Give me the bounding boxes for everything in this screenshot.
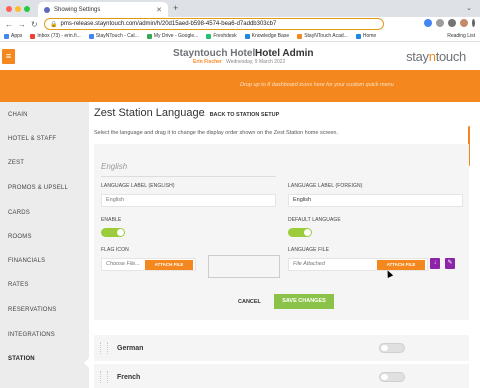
menu-dots-icon[interactable] bbox=[472, 19, 475, 27]
bookmark-icon bbox=[146, 33, 152, 39]
enable-label: ENABLE bbox=[101, 217, 122, 223]
hamburger-menu-icon[interactable]: ≡ bbox=[2, 49, 15, 64]
bookmark-item[interactable]: Home bbox=[355, 33, 376, 39]
editing-language-title: English bbox=[101, 162, 128, 171]
language-name: French bbox=[117, 374, 141, 381]
app-header: ≡ Stayntouch Hotel Hotel Admin Erin Fisc… bbox=[0, 42, 480, 70]
bookmark-item[interactable]: Knowledge Base bbox=[244, 33, 289, 39]
language-file-label: LANGUAGE FILE bbox=[288, 247, 330, 253]
maximize-window-icon[interactable] bbox=[24, 6, 30, 12]
sidebar-item-rooms[interactable]: ROOMS bbox=[8, 234, 32, 240]
enable-toggle[interactable] bbox=[101, 228, 125, 237]
puzzle-icon[interactable] bbox=[448, 19, 456, 27]
sidebar-item-rates[interactable]: RATES bbox=[8, 282, 29, 288]
bookmark-icon bbox=[30, 33, 36, 39]
current-date: Wednesday, 9 March 2022 bbox=[226, 59, 286, 65]
tab-title: Showing Settings bbox=[54, 6, 101, 13]
bookmark-icon bbox=[4, 33, 9, 39]
flag-attach-file-button[interactable]: ATTACH FILE bbox=[145, 260, 193, 270]
close-window-icon[interactable] bbox=[6, 6, 12, 12]
tab-favicon-icon bbox=[44, 6, 50, 13]
language-name: German bbox=[117, 345, 144, 352]
reload-icon[interactable]: ↻ bbox=[31, 20, 38, 29]
language-attach-file-button[interactable]: ATTACH FILE bbox=[377, 260, 425, 270]
admin-title: Hotel Admin bbox=[255, 48, 314, 59]
back-icon[interactable]: ← bbox=[5, 20, 13, 29]
label-english-input[interactable]: English bbox=[101, 194, 276, 207]
default-language-toggle[interactable] bbox=[288, 228, 312, 237]
new-tab-icon[interactable]: + bbox=[173, 3, 178, 13]
minimize-window-icon[interactable] bbox=[15, 6, 21, 12]
address-bar-row: ← → ↻ 🔒 pms-release.stayntouch.com/admin… bbox=[0, 17, 480, 31]
sidebar-item-cards[interactable]: CARDS bbox=[8, 210, 30, 216]
bookmark-icon bbox=[297, 33, 303, 39]
sidebar: CHAIN HOTEL & STAFF ZEST PROMOS & UPSELL CAR… bbox=[0, 102, 89, 388]
bookmark-item[interactable]: StayNTouch - Cal... bbox=[88, 33, 139, 39]
bookmark-icon bbox=[355, 33, 361, 39]
url-text: pms-release.stayntouch.com/admin/h/20d15… bbox=[60, 21, 277, 27]
language-row[interactable]: German bbox=[94, 335, 469, 361]
extension-icon[interactable] bbox=[436, 19, 444, 27]
language-enable-toggle[interactable] bbox=[379, 372, 405, 382]
lock-icon[interactable]: 🔒 bbox=[50, 21, 57, 28]
avatar[interactable] bbox=[460, 19, 468, 27]
sidebar-item-reservations[interactable]: RESERVATIONS bbox=[8, 307, 56, 313]
sidebar-item-chain[interactable]: CHAIN bbox=[8, 112, 28, 118]
sidebar-item-integrations[interactable]: INTEGRATIONS bbox=[8, 332, 55, 338]
label-foreign-input[interactable]: English bbox=[288, 194, 463, 207]
bookmark-icon bbox=[244, 33, 250, 39]
label-english-label: LANGUAGE LABEL (ENGLISH) bbox=[101, 183, 175, 189]
bookmark-item[interactable]: Inbox (73) - erin.fi... bbox=[30, 33, 81, 39]
stayntouch-logo: stayntouch bbox=[406, 49, 466, 64]
bookmark-item[interactable]: Freshdesk bbox=[206, 33, 237, 39]
divider bbox=[101, 176, 276, 177]
save-changes-button[interactable]: SAVE CHANGES bbox=[274, 294, 334, 309]
bookmark-item[interactable]: Apps bbox=[4, 33, 22, 39]
language-enable-toggle[interactable] bbox=[379, 343, 405, 353]
hotel-name: Stayntouch Hotel bbox=[173, 48, 256, 59]
browser-tab[interactable]: Showing Settings ✕ bbox=[38, 2, 168, 17]
user-info: Erin Fischer Wednesday, 9 March 2022 bbox=[193, 59, 285, 65]
tab-close-icon[interactable]: ✕ bbox=[156, 6, 162, 14]
sidebar-item-financials[interactable]: FINANCIALS bbox=[8, 258, 45, 264]
drag-handle-icon[interactable] bbox=[100, 342, 108, 354]
bookmark-item[interactable]: My Drive - Google... bbox=[146, 33, 198, 39]
bookmark-icon bbox=[88, 33, 94, 39]
language-edit-card: English LANGUAGE LABEL (ENGLISH) English… bbox=[94, 144, 469, 320]
forward-icon[interactable]: → bbox=[18, 20, 26, 29]
language-row[interactable]: French bbox=[94, 364, 469, 388]
quick-menu-hint: Drop up to 8 dashboard icons here for yo… bbox=[240, 82, 394, 88]
sidebar-item-station[interactable]: STATION bbox=[8, 356, 35, 362]
page-title: Zest Station Language bbox=[94, 107, 205, 119]
bookmark-icon bbox=[206, 33, 212, 39]
sidebar-item-hotel-staff[interactable]: HOTEL & STAFF bbox=[8, 136, 56, 142]
reading-list-button[interactable]: Reading List bbox=[447, 33, 475, 39]
main-content: Zest Station Language ← BACK TO STATION … bbox=[89, 102, 480, 388]
url-input[interactable]: 🔒 pms-release.stayntouch.com/admin/h/20d… bbox=[44, 18, 384, 30]
sidebar-item-zest[interactable]: ZEST bbox=[8, 160, 24, 166]
chevron-down-icon[interactable]: ⌄ bbox=[466, 4, 472, 12]
browser-tab-bar: Showing Settings ✕ + ⌄ bbox=[0, 0, 480, 17]
back-to-station-setup-link[interactable]: ← BACK TO STATION SETUP bbox=[201, 112, 279, 118]
bookmarks-bar: Apps Inbox (73) - erin.fi... StayNTouch - … bbox=[0, 31, 480, 42]
drag-handle-icon[interactable] bbox=[100, 371, 108, 383]
flag-icon-preview bbox=[208, 255, 280, 278]
sidebar-item-promos-upsell[interactable]: PROMOS & UPSELL bbox=[8, 185, 68, 191]
flag-icon-label: FLAG ICON bbox=[101, 247, 129, 253]
quick-menu-dropzone[interactable]: Drop up to 8 dashboard icons here for yo… bbox=[0, 70, 480, 102]
page-description: Select the language and drag it to chang… bbox=[94, 130, 338, 136]
user-name: Erin Fischer bbox=[193, 59, 222, 65]
edit-pencil-icon[interactable]: ✎ bbox=[445, 258, 455, 269]
cancel-button[interactable]: CANCEL bbox=[238, 299, 261, 305]
default-language-label: DEFAULT LANGUAGE bbox=[288, 217, 341, 223]
download-icon[interactable]: ↓ bbox=[430, 258, 440, 269]
extension-icon[interactable] bbox=[424, 19, 432, 27]
label-foreign-label: LANGUAGE LABEL (FOREIGN) bbox=[288, 183, 363, 189]
bookmark-item[interactable]: StayNTouch Acad... bbox=[297, 33, 348, 39]
